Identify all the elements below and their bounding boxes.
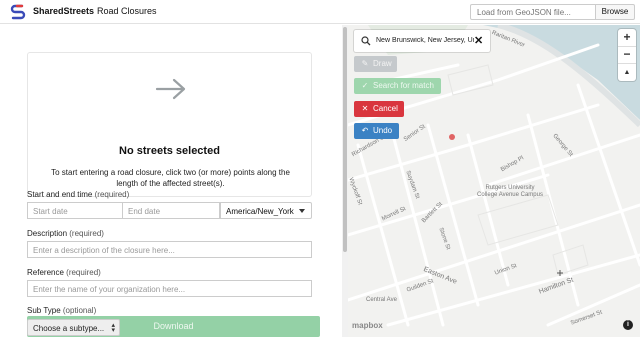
pencil-icon: ✎ bbox=[361, 59, 369, 68]
time-label: Start and end time (required) bbox=[27, 190, 130, 199]
subtype-label: Sub Type (optional) bbox=[27, 306, 97, 315]
sharedstreets-logo bbox=[10, 4, 26, 20]
reference-field[interactable]: Enter the name of your organization here… bbox=[27, 280, 312, 297]
geocoder-search[interactable]: New Brunswick, New Jersey, Unit ✕ bbox=[354, 30, 490, 52]
app-subtitle: Road Closures bbox=[97, 6, 157, 16]
zoom-out-button[interactable]: − bbox=[618, 46, 636, 63]
end-date-field[interactable]: End date bbox=[122, 202, 220, 219]
start-date-field[interactable]: Start date bbox=[27, 202, 123, 219]
mapbox-logo: mapbox bbox=[352, 321, 383, 330]
browse-button[interactable]: Browse bbox=[595, 4, 635, 20]
closure-form-panel: No streets selected To start entering a … bbox=[0, 25, 342, 337]
info-icon[interactable]: i bbox=[623, 320, 633, 330]
panel-scrollbar-thumb[interactable] bbox=[343, 27, 347, 252]
map-zoom-controls: + − ▲ bbox=[618, 29, 636, 81]
map-label-campus: Rutgers University College Avenue Campus bbox=[477, 185, 543, 198]
map-point-marker[interactable] bbox=[449, 134, 455, 140]
search-for-match-button[interactable]: ✓ Search for match bbox=[354, 78, 441, 94]
subtype-select[interactable]: Choose a subtype... ▴ ▾ bbox=[27, 319, 120, 336]
empty-state-card: No streets selected To start entering a … bbox=[27, 52, 312, 197]
close-icon[interactable]: ✕ bbox=[474, 34, 483, 47]
search-for-match-label: Search for match bbox=[373, 81, 434, 90]
search-icon bbox=[361, 36, 371, 46]
draw-label: Draw bbox=[373, 59, 392, 68]
chevron-down-icon bbox=[299, 209, 305, 213]
reference-label: Reference (required) bbox=[27, 268, 101, 277]
brand-name: SharedStreets bbox=[33, 6, 95, 16]
close-icon: ✕ bbox=[361, 104, 369, 113]
select-arrows-icon: ▴ ▾ bbox=[111, 322, 115, 334]
subtype-value: Choose a subtype... bbox=[33, 324, 105, 333]
map-label-central-ave: Central Ave bbox=[366, 297, 397, 303]
draw-button[interactable]: ✎ Draw bbox=[354, 56, 397, 72]
undo-button[interactable]: ↶ Undo bbox=[354, 123, 399, 139]
timezone-value: America/New_York bbox=[226, 207, 294, 216]
geojson-file-input[interactable] bbox=[470, 4, 596, 20]
check-icon: ✓ bbox=[361, 81, 369, 90]
cancel-button[interactable]: ✕ Cancel bbox=[354, 101, 404, 117]
compass-icon[interactable]: ▲ bbox=[618, 64, 636, 81]
zoom-in-button[interactable]: + bbox=[618, 29, 636, 46]
undo-icon: ↶ bbox=[361, 126, 369, 135]
search-input[interactable]: New Brunswick, New Jersey, Unit bbox=[376, 37, 474, 44]
timezone-select[interactable]: America/New_York bbox=[220, 202, 312, 219]
arrow-right-icon bbox=[155, 78, 186, 100]
cancel-label: Cancel bbox=[373, 104, 398, 113]
empty-state-description: To start entering a road closure, click … bbox=[51, 168, 290, 188]
undo-label: Undo bbox=[373, 126, 393, 135]
empty-state-title: No streets selected bbox=[119, 145, 220, 157]
description-field[interactable]: Enter a description of the closure here.… bbox=[27, 241, 312, 258]
description-label: Description (required) bbox=[27, 229, 104, 238]
